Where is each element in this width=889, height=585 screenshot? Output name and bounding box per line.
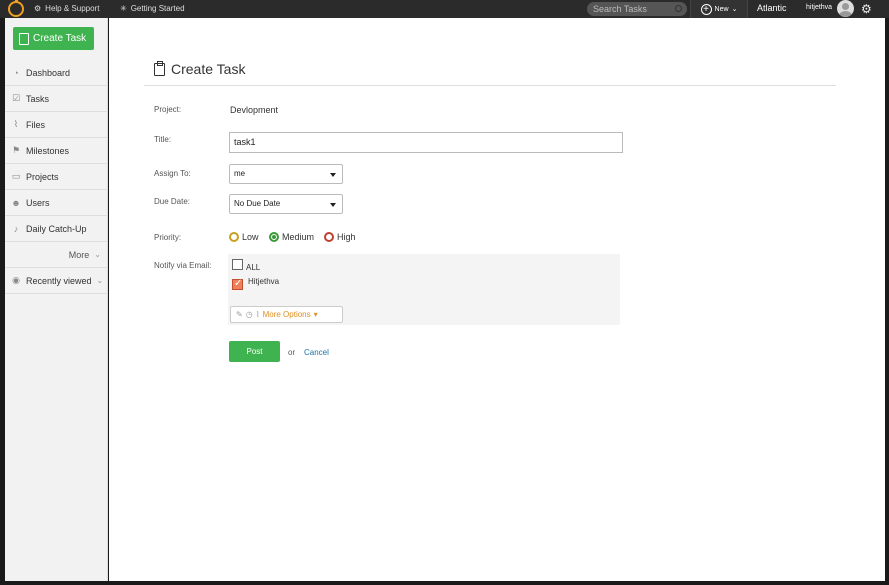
clipboard-plus-icon	[19, 32, 29, 45]
sidebar-item-milestones[interactable]: ⚑ Milestones	[5, 138, 108, 164]
sidebar-item-label: Milestones	[26, 145, 70, 156]
gear-small-icon: ⚙	[34, 4, 42, 13]
assign-to-label: Assign To:	[154, 169, 191, 178]
page-title: Create Task	[154, 60, 246, 77]
sidebar-item-files[interactable]: ⌇ Files	[5, 112, 108, 138]
sidebar-item-label: Files	[26, 119, 46, 130]
divider	[144, 85, 836, 86]
due-date-value: No Due Date	[234, 199, 281, 208]
chevron-down-icon: ⌄	[96, 276, 104, 285]
sidebar-item-label: Tasks	[26, 93, 50, 104]
avatar[interactable]	[837, 0, 854, 17]
dropdown-arrow-icon	[330, 203, 336, 207]
more-options-label: More Options	[262, 310, 311, 319]
assign-to-select[interactable]: me	[229, 164, 343, 184]
help-support-label: Help & Support	[45, 4, 100, 13]
priority-high-label: High	[337, 232, 356, 242]
sidebar-item-dashboard[interactable]: ◔ Dashboard	[5, 60, 108, 86]
search-placeholder: Search Tasks	[593, 4, 647, 14]
sidebar: Create Task ◔ Dashboard ☑ Tasks ⌇ Files …	[5, 18, 108, 581]
edit-icon: ✎	[236, 310, 243, 319]
getting-started-link[interactable]: ✳ Getting Started	[120, 0, 185, 18]
sidebar-recently-viewed[interactable]: ◉ Recently viewed ⌄	[5, 268, 108, 294]
clock-icon: ◷	[245, 310, 253, 319]
sidebar-item-label: Daily Catch-Up	[26, 223, 87, 234]
sparkle-icon: ✳	[120, 4, 127, 13]
sidebar-item-tasks[interactable]: ☑ Tasks	[5, 86, 108, 112]
sidebar-item-label: Users	[26, 197, 50, 208]
project-label: Project:	[154, 105, 182, 114]
chevron-down-icon: ⌄	[94, 250, 101, 259]
sidebar-item-label: Projects	[26, 171, 59, 182]
sidebar-item-label: Dashboard	[26, 67, 71, 78]
page-title-text: Create Task	[171, 61, 246, 77]
priority-low-label: Low	[242, 232, 259, 242]
getting-started-label: Getting Started	[130, 4, 185, 13]
notify-label: Notify via Email:	[154, 261, 212, 270]
title-label: Title:	[154, 135, 172, 144]
search-icon[interactable]	[675, 5, 682, 12]
priority-low-option[interactable]: Low	[229, 232, 259, 242]
gauge-icon: ◔	[13, 67, 19, 78]
priority-medium-label: Medium	[282, 232, 315, 242]
post-button[interactable]: Post	[229, 341, 280, 362]
caret-down-icon: ▾	[313, 310, 318, 319]
priority-label: Priority:	[154, 233, 182, 242]
clipboard-icon	[154, 60, 165, 76]
plus-icon: +	[700, 3, 712, 15]
paperclip-icon: ⌇	[13, 119, 19, 129]
eye-icon: ◉	[12, 275, 20, 285]
title-input[interactable]: task1	[229, 132, 623, 153]
due-date-select[interactable]: No Due Date	[229, 194, 343, 214]
due-date-label: Due Date:	[154, 197, 191, 206]
priority-medium-option[interactable]: Medium	[269, 232, 314, 242]
top-bar: ⚙ Help & Support ✳ Getting Started Searc…	[0, 0, 889, 18]
cancel-link[interactable]: Cancel	[304, 348, 329, 357]
more-options-button[interactable]: ✎ ◷ ⌇ More Options ▾	[230, 306, 343, 323]
milestone-icon: ⚑	[11, 145, 21, 155]
or-text: or	[288, 348, 296, 357]
create-task-button[interactable]: Create Task	[13, 27, 94, 50]
radio-low[interactable]	[229, 232, 239, 242]
more-label: More	[68, 249, 90, 260]
org-name[interactable]: Atlantic	[757, 0, 787, 17]
notify-all-label: ALL	[246, 263, 261, 272]
search-input[interactable]: Search Tasks	[587, 2, 687, 16]
radio-medium[interactable]	[269, 232, 279, 242]
users-icon: ☻	[11, 197, 21, 208]
settings-gear-icon[interactable]: ⚙	[861, 1, 872, 17]
project-value: Devlopment	[230, 105, 279, 115]
notify-user-label: Hitjethva	[248, 277, 280, 286]
sidebar-nav: ◔ Dashboard ☑ Tasks ⌇ Files ⚑ Milestones…	[5, 60, 108, 294]
radio-high[interactable]	[324, 232, 334, 242]
paperclip-icon: ⌇	[255, 310, 260, 319]
help-support-link[interactable]: ⚙ Help & Support	[34, 0, 99, 18]
new-button[interactable]: + New ⌄	[690, 0, 748, 18]
dropdown-arrow-icon	[330, 173, 336, 177]
notify-user-checkbox[interactable]	[232, 278, 243, 290]
create-task-label: Create Task	[33, 33, 87, 44]
assign-to-value: me	[234, 169, 246, 178]
new-label: New	[714, 5, 729, 13]
sidebar-more-toggle[interactable]: More ⌄	[5, 242, 108, 268]
main-content: Create Task Project: Devlopment Title: t…	[109, 18, 885, 581]
sidebar-item-projects[interactable]: ▭ Projects	[5, 164, 108, 190]
bell-icon: ♪	[13, 223, 19, 234]
folder-icon: ▭	[11, 171, 21, 181]
username[interactable]: hitjethva	[806, 0, 832, 16]
checklist-icon: ☑	[11, 93, 21, 103]
chevron-down-icon: ⌄	[731, 6, 738, 13]
notify-all-checkbox[interactable]	[232, 259, 243, 270]
sidebar-item-daily-catch-up[interactable]: ♪ Daily Catch-Up	[5, 216, 108, 242]
sidebar-item-users[interactable]: ☻ Users	[5, 190, 108, 216]
recently-viewed-label: Recently viewed	[26, 275, 92, 286]
app-logo-icon[interactable]	[8, 0, 24, 17]
priority-high-option[interactable]: High	[324, 232, 356, 242]
